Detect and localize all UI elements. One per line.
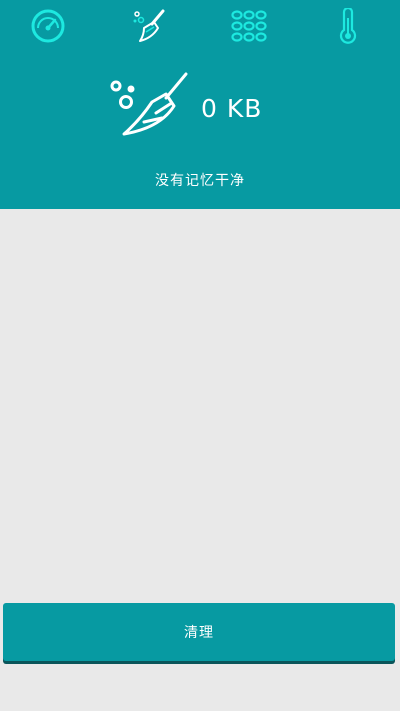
apps-grid-icon [231, 10, 267, 42]
top-tab-bar [0, 0, 400, 52]
tab-cleaner[interactable] [128, 6, 172, 46]
clean-button[interactable]: 清理 [3, 603, 395, 661]
tab-apps[interactable] [227, 6, 271, 46]
broom-icon [110, 72, 188, 136]
status-text: 没有记忆干净 [155, 173, 245, 189]
tab-speed[interactable] [26, 6, 70, 46]
memory-size-value: 0 KB [201, 94, 263, 123]
broom-icon [133, 9, 165, 42]
speedometer-icon [31, 9, 65, 43]
app-header: 0 KB 没有记忆干净 [0, 0, 400, 209]
thermometer-icon [339, 8, 357, 44]
tab-temperature[interactable] [326, 6, 370, 46]
